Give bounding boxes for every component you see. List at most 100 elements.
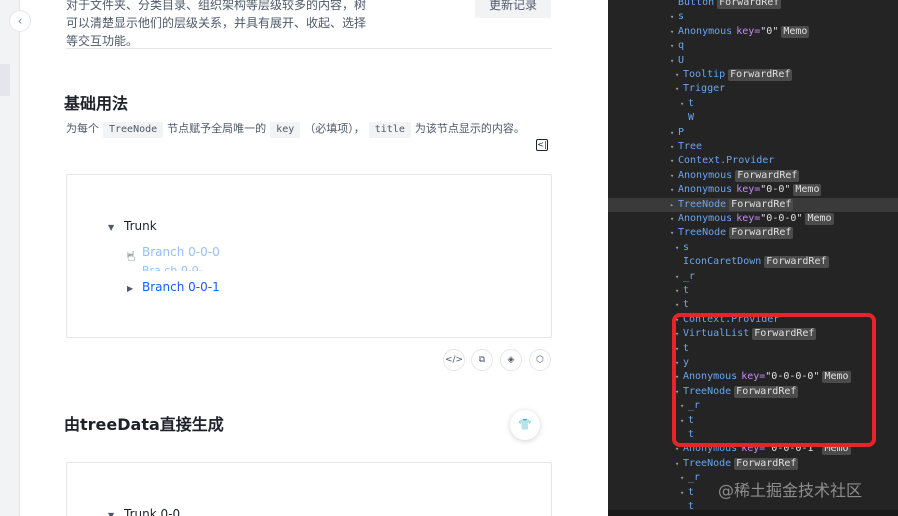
code-icon[interactable]: </> (443, 349, 465, 371)
component-tree-row[interactable]: W (608, 111, 898, 125)
component-tree-row[interactable]: ▸ TreeNode ForwardRef (608, 197, 898, 212)
section-description: 为每个 TreeNode 节点赋予全局唯一的 key （必填项）， title 为该节点显示… (66, 120, 536, 138)
caret-down-icon[interactable]: ▾ (670, 226, 678, 240)
component-badge: ForwardRef (735, 169, 800, 182)
component-name: Button (678, 0, 715, 8)
caret-down-icon[interactable]: ▾ (675, 457, 683, 471)
caret-down-icon[interactable]: ▾ (675, 270, 683, 284)
prop-key-value: "0" (760, 25, 779, 37)
component-tree-row[interactable]: ▾ TreeNode ForwardRef (608, 226, 898, 240)
caret-down-icon[interactable]: ▼ (108, 223, 114, 232)
caret-down-icon[interactable]: ▾ (675, 298, 683, 312)
component-badge: ForwardRef (734, 457, 799, 470)
caret-down-icon[interactable]: ▾ (670, 140, 678, 154)
tree-node-branch-0-0-1[interactable]: Branch 0-0-1 (142, 280, 220, 294)
hand-cursor-icon: ☝ (127, 249, 136, 265)
codesandbox-icon[interactable]: ⬡ (529, 349, 551, 371)
component-tree-row[interactable]: ▾ Anonymous key="0-0" Memo (608, 183, 898, 197)
caret-down-icon[interactable]: ▾ (670, 126, 678, 140)
watermark: @稀土掘金技术社区 (718, 481, 863, 500)
caret-down-icon[interactable]: ▾ (670, 54, 678, 68)
caret-right-icon[interactable]: ▸ (670, 198, 678, 212)
caret-down-icon[interactable]: ▾ (675, 284, 683, 298)
component-tree-row[interactable]: ▾ TreeNode ForwardRef (608, 457, 898, 471)
section-title-basic: 基础用法 (64, 94, 129, 113)
demo-box-treedata: ▼ Trunk 0-0 (66, 462, 552, 516)
caret-down-icon[interactable]: ▾ (670, 39, 678, 53)
component-name: t (683, 299, 690, 311)
tree-node-trunk-0-0[interactable]: Trunk 0-0 (124, 507, 180, 516)
component-tree-row[interactable]: ▾ Context.Provider (608, 154, 898, 168)
component-name: Context.Provider (678, 155, 775, 167)
component-badge: ForwardRef (728, 69, 793, 81)
component-name: t (688, 97, 695, 109)
component-name: t (688, 486, 695, 498)
component-tree-row[interactable]: ▾ U (608, 54, 898, 68)
component-badge: Memo (805, 213, 834, 225)
copy-icon[interactable]: ⧉ (471, 349, 493, 371)
caret-down-icon[interactable]: ▾ (675, 68, 683, 82)
chevron-left-icon[interactable]: ‹ (9, 10, 31, 32)
component-tree-row[interactable]: Button ForwardRef (608, 0, 898, 10)
divider (66, 48, 552, 49)
caret-down-icon[interactable]: ▾ (680, 97, 688, 111)
component-tree-row[interactable]: ▾ P (608, 126, 898, 140)
component-tree-row[interactable]: ▾ q (608, 39, 898, 53)
caret-down-icon[interactable]: ▼ (108, 511, 114, 516)
caret-down-icon[interactable]: ▾ (670, 169, 678, 183)
code-tag: key (270, 122, 301, 138)
section-title-treedata: 由treeData直接生成 (64, 415, 224, 434)
component-tree-row[interactable]: ▾ Anonymous ForwardRef (608, 169, 898, 183)
caret-down-icon[interactable]: ▾ (670, 10, 678, 24)
component-name: W (688, 112, 695, 124)
component-tree-row[interactable]: ▾ t (608, 298, 898, 312)
desc-text: 为该节点显示的内容。 (414, 122, 525, 135)
component-name: Trigger (683, 83, 726, 95)
desc-text: （必填项）， (304, 122, 365, 135)
caret-down-icon[interactable]: ▾ (675, 82, 683, 96)
prop-key-label: key= (736, 25, 761, 37)
component-tree-row[interactable]: ▾ Tooltip ForwardRef (608, 68, 898, 82)
caret-down-icon[interactable]: ▾ (670, 183, 678, 197)
component-tree-row[interactable]: ▾ t (608, 284, 898, 298)
component-tree-row[interactable]: ▾ Anonymous key="0-0-0" Memo (608, 212, 898, 226)
codepen-icon[interactable]: ◈ (500, 349, 522, 371)
component-badge: ForwardRef (729, 198, 794, 211)
component-name: TreeNode (678, 227, 727, 239)
tree-node-branch-0-0-0[interactable]: Branch 0-0-0 (142, 245, 220, 259)
component-tree-row[interactable]: ▾ s (608, 241, 898, 255)
component-badge: ForwardRef (729, 227, 794, 240)
component-tree-row[interactable]: ▾ s (608, 10, 898, 24)
caret-down-icon[interactable]: ▾ (680, 471, 688, 485)
desc-text: 节点赋予全局唯一的 (167, 122, 267, 135)
demo-box-basic: ▼ Trunk ▶ Branch 0-0-0 Bra ch 0-0- ☝ ▶ B… (66, 174, 552, 338)
caret-right-icon[interactable]: ▶ (127, 284, 133, 293)
component-name: Anonymous (678, 184, 733, 196)
caret-down-icon[interactable]: ▾ (675, 241, 683, 255)
component-name: TreeNode (678, 198, 727, 210)
component-tree-row[interactable]: ▾ t (608, 97, 898, 111)
component-tree-row[interactable]: ▾ _r (608, 270, 898, 284)
changelog-button[interactable]: 更新记录 (475, 0, 551, 18)
component-name: t (683, 285, 690, 296)
highlight-annotation (672, 313, 876, 447)
caret-down-icon[interactable]: ▾ (670, 25, 678, 39)
tree-node-trunk[interactable]: Trunk (124, 219, 157, 233)
component-name: P (678, 126, 685, 138)
desc-text: 为每个 (66, 122, 99, 135)
component-name: Tree (678, 141, 703, 152)
component-name: s (683, 241, 690, 253)
component-name: Tooltip (683, 69, 726, 80)
left-nav-strip (0, 0, 20, 516)
component-tree-row[interactable]: ▾ Trigger (608, 82, 898, 96)
component-tree-row[interactable]: IconCaretDown ForwardRef (608, 255, 898, 269)
component-badge: Memo (793, 184, 822, 197)
caret-down-icon[interactable]: ▾ (680, 486, 688, 500)
component-name: TreeNode (683, 457, 732, 469)
expand-code-icon[interactable]: <| (536, 139, 548, 151)
component-tree-row[interactable]: ▾ Anonymous key="0" Memo (608, 25, 898, 39)
caret-down-icon[interactable]: ▾ (670, 154, 678, 168)
shirt-icon[interactable]: 👕 (510, 410, 540, 440)
caret-down-icon[interactable]: ▾ (670, 212, 678, 226)
component-tree-row[interactable]: ▾ Tree (608, 140, 898, 154)
